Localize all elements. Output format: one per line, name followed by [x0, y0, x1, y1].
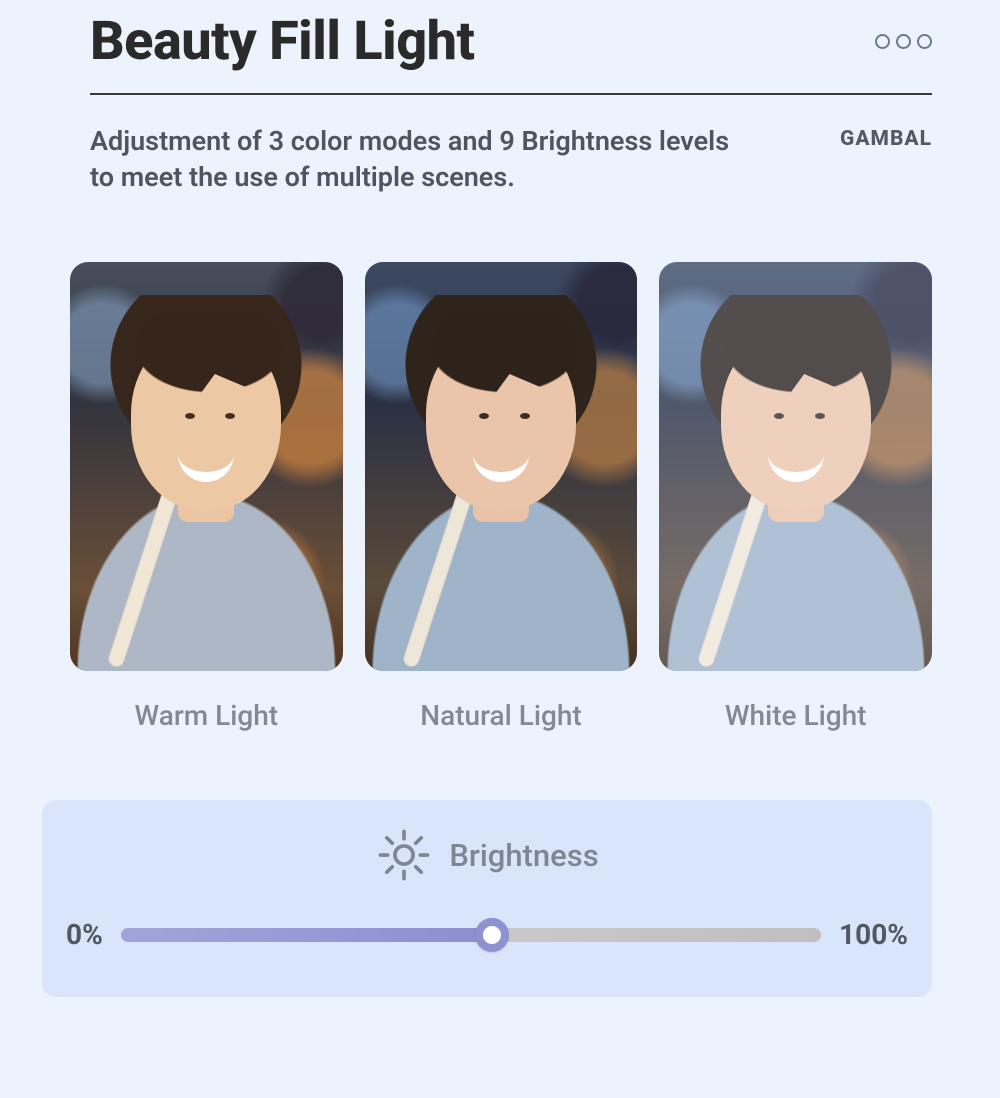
brightness-min-label: 0%	[66, 918, 103, 951]
mode-card-warm: Warm Light	[70, 262, 343, 733]
mode-label: White Light	[725, 699, 867, 732]
page-dot-icon	[875, 34, 890, 49]
page-title: Beauty Fill Light	[90, 10, 474, 73]
sample-photo-warm	[70, 262, 343, 672]
mode-card-natural: Natural Light	[365, 262, 638, 733]
brightness-icon	[375, 826, 433, 884]
divider	[90, 93, 932, 95]
page-indicator	[875, 34, 932, 49]
page-dot-icon	[917, 34, 932, 49]
brand-label: GAMBAL	[840, 123, 932, 151]
subtitle: Adjustment of 3 color modes and 9 Bright…	[90, 123, 750, 196]
sample-photo-natural	[365, 262, 638, 672]
brightness-panel: Brightness 0% 100%	[42, 800, 932, 997]
mode-card-white: White Light	[659, 262, 932, 733]
brightness-slider-fill	[121, 928, 492, 942]
brightness-slider-thumb[interactable]	[475, 918, 509, 952]
brightness-slider[interactable]	[121, 928, 821, 942]
brightness-label: Brightness	[449, 837, 598, 874]
page-dot-icon	[896, 34, 911, 49]
brightness-max-label: 100%	[839, 918, 908, 951]
sample-photo-white	[659, 262, 932, 672]
mode-label: Warm Light	[135, 699, 279, 732]
mode-label: Natural Light	[420, 699, 581, 732]
